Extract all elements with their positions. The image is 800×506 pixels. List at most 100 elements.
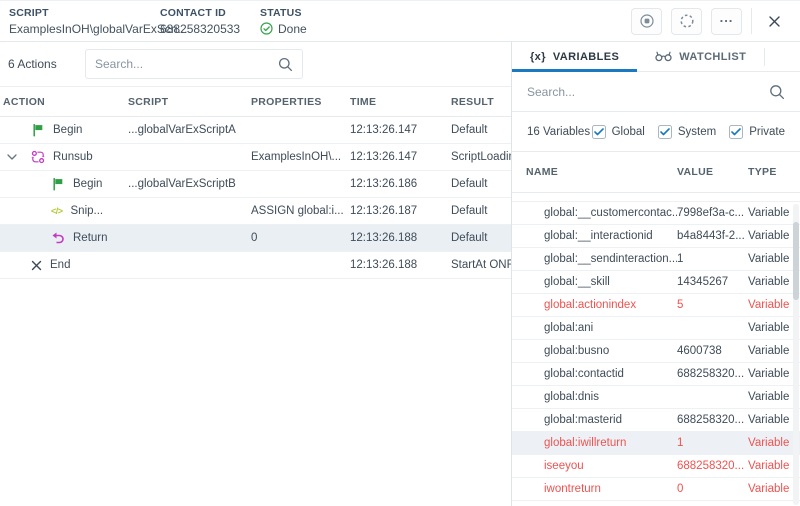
cell-result: Default [451,124,511,136]
search-icon [278,57,293,72]
cell-time: 12:13:26.186 [350,178,451,190]
return-icon [51,231,65,245]
tab-label: WATCHLIST [679,51,746,63]
action-label: Runsub [53,151,93,163]
col-properties: PROPERTIES [251,96,350,108]
flag-icon [31,123,45,137]
filter-system[interactable]: System [658,125,716,139]
actions-table-header: ACTION SCRIPT PROPERTIES TIME RESULT [0,87,511,117]
checkbox-private[interactable] [729,125,743,139]
flag-icon [51,177,65,191]
cell-result: ScriptLoading [451,151,511,163]
action-label: Snip... [71,205,104,217]
action-row-end[interactable]: End 12:13:26.188 StartAt ONRELE... [0,252,511,279]
action-label: Begin [53,124,82,136]
filter-private[interactable]: Private [729,125,785,139]
action-label: Return [73,232,108,244]
variables-count: 16 Variables [527,126,590,138]
cell-result: Default [451,232,511,244]
contact-id-field: CONTACT ID 688258320533 [160,1,260,41]
more-options-icon: ... [720,14,734,22]
variable-row[interactable]: global:aniVariable [512,317,800,340]
variables-tabs: {x} VARIABLES WATCHLIST [512,42,800,72]
cell-result: Default [451,205,511,217]
script-trace-window: SCRIPT ExamplesInOH\globalVarExScri... C… [0,0,800,506]
variable-row[interactable]: global:masterid688258320...Variable [512,409,800,432]
variable-row[interactable]: global:__interactionidb4a8443f-2...Varia… [512,225,800,248]
action-label: Begin [73,178,102,190]
chevron-down-icon[interactable] [7,154,17,160]
trace-button[interactable] [671,8,702,35]
filter-global[interactable]: Global [592,125,645,139]
cell-time: 12:13:26.188 [350,259,451,271]
variables-filter-bar: 16 Variables Global System Private [512,112,800,152]
variable-row[interactable]: global:actionindex5Variable [512,294,800,317]
cell-result: StartAt ONRELE... [451,259,511,271]
cell-result: Default [451,178,511,190]
variable-row[interactable]: global:__customercontac...7998ef3a-c...V… [512,202,800,225]
variable-row[interactable]: global:busno4600738Variable [512,340,800,363]
cell-time: 12:13:26.187 [350,205,451,217]
col-script: SCRIPT [128,96,251,108]
variable-row[interactable]: iwontreturn0Variable [512,478,800,501]
variables-search-input[interactable] [527,85,769,99]
variables-brace-icon: {x} [530,51,546,63]
cell-time: 12:13:26.147 [350,124,451,136]
search-icon [769,84,785,100]
cell-properties: 0 [251,232,350,244]
cell-script: ...globalVarExScriptB [128,178,251,190]
variable-row[interactable]: iseeyou688258320...Variable [512,455,800,478]
script-value: ExamplesInOH\globalVarExScri... [9,22,160,36]
variable-row[interactable]: global:__skill14345267Variable [512,271,800,294]
script-label: SCRIPT [9,7,160,19]
window-header: SCRIPT ExamplesInOH\globalVarExScri... C… [0,1,800,42]
status-value: Done [278,22,307,36]
filter-group: Global System Private [592,125,785,139]
actions-search-input[interactable] [95,57,278,71]
action-row-begin-a[interactable]: Begin ...globalVarExScriptA 12:13:26.147… [0,117,511,144]
action-row-snippet[interactable]: </> Snip... ASSIGN global:i... 12:13:26.… [0,198,511,225]
variable-row[interactable]: global:dnisVariable [512,386,800,409]
status-field: STATUS Done [260,1,380,41]
tab-label: VARIABLES [553,51,619,63]
cell-script: ...globalVarExScriptA [128,124,251,136]
col-action: ACTION [3,96,128,108]
tab-watchlist[interactable]: WATCHLIST [637,42,764,71]
done-check-icon [260,22,273,35]
filter-label: Private [749,126,785,138]
variable-row[interactable]: global:contactid688258320...Variable [512,363,800,386]
col-time: TIME [350,96,451,108]
stop-record-button[interactable] [631,8,662,35]
filter-label: System [678,126,716,138]
close-icon [769,16,780,27]
more-options-button[interactable]: ... [711,8,742,35]
actions-count: 6 Actions [8,57,85,71]
status-badge: Done [260,22,380,36]
tab-divider [764,48,765,66]
script-field: SCRIPT ExamplesInOH\globalVarExScri... [9,1,160,41]
variables-search-box [512,72,800,112]
filter-label: Global [612,126,645,138]
action-row-begin-b[interactable]: Begin ...globalVarExScriptB 12:13:26.186… [0,171,511,198]
col-result: RESULT [451,96,511,108]
header-divider [751,8,752,34]
contact-id-value: 688258320533 [160,22,260,36]
close-button[interactable] [761,8,787,34]
trace-dashed-circle-icon [679,13,695,29]
end-x-icon [31,260,42,271]
action-row-return[interactable]: Return 0 12:13:26.188 Default [0,225,511,252]
scrollbar-thumb[interactable] [793,222,799,300]
checkbox-system[interactable] [658,125,672,139]
cell-time: 12:13:26.188 [350,232,451,244]
tab-variables[interactable]: {x} VARIABLES [512,42,637,71]
runsub-icon [31,150,45,164]
cell-time: 12:13:26.147 [350,151,451,163]
variable-row-selected[interactable]: global:iwillreturn1Variable [512,432,800,455]
variables-panel: {x} VARIABLES WATCHLIST 16 Variables [512,42,800,506]
scrollbar-track[interactable] [793,204,799,505]
actions-panel: 6 Actions ACTION SCRIPT PROPERTIES TIME … [0,42,512,506]
partial-scrolled-row [512,193,800,202]
variable-row[interactable]: global:__sendinteraction...1Variable [512,248,800,271]
action-row-runsub[interactable]: Runsub ExamplesInOH\... 12:13:26.147 Scr… [0,144,511,171]
checkbox-global[interactable] [592,125,606,139]
